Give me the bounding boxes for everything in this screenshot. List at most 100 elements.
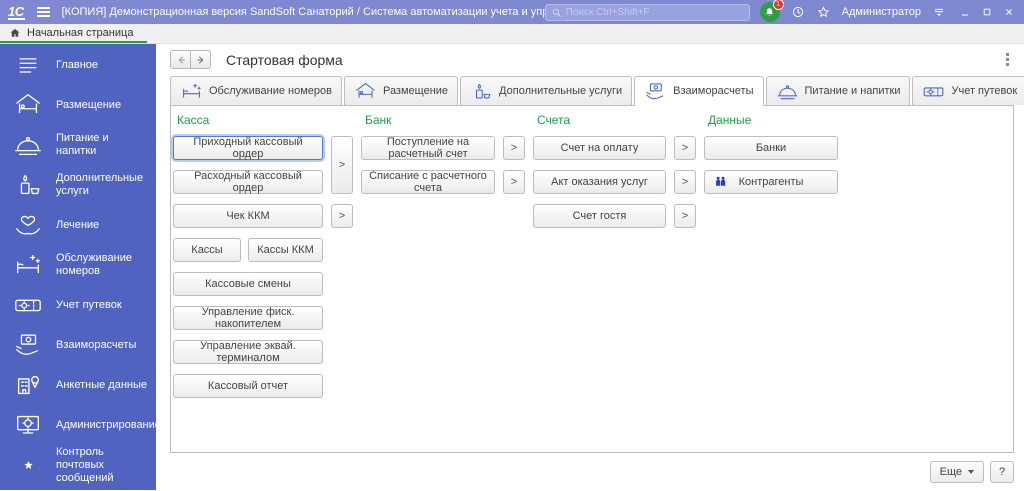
notifications-button[interactable]: 1 <box>760 2 780 22</box>
back-button[interactable] <box>170 50 191 69</box>
notification-badge: 1 <box>773 0 784 10</box>
open-list-arrow-button[interactable]: > <box>331 204 353 228</box>
sidebar-item-vzaimoraschety[interactable]: Взаиморасчеты <box>0 325 156 365</box>
sidebar-item-uchet-putevok[interactable]: Учет путевок <box>0 285 156 325</box>
open-list-arrow-button[interactable]: > <box>674 170 696 194</box>
sidebar-item-lechenie[interactable]: Лечение <box>0 205 156 245</box>
tab-dop-uslugi[interactable]: Дополнительные услуги <box>460 76 632 105</box>
upravlenie-ekvay-terminalom-button[interactable]: Управление эквай. терминалом <box>173 340 323 364</box>
star-icon <box>816 5 831 20</box>
service-menu-button[interactable] <box>932 5 946 19</box>
kassy-kkm-button[interactable]: Кассы ККМ <box>248 238 323 262</box>
tab-label: Учет путевок <box>951 85 1017 97</box>
building-pin-icon <box>13 370 43 400</box>
sidebar-item-label: Администрирование <box>56 419 167 432</box>
search-icon <box>551 7 562 18</box>
1c-logo: 1С <box>8 5 25 20</box>
tab-label: Размещение <box>383 85 448 97</box>
hand-money-icon <box>644 80 667 103</box>
ticket-icon <box>13 290 43 320</box>
more-button-label: Еще <box>940 466 962 478</box>
people-icon <box>713 175 728 190</box>
tab-pitanie[interactable]: Питание и напитки <box>766 76 911 105</box>
home-icon <box>9 27 21 39</box>
kontragenty-button[interactable]: Контрагенты <box>704 170 838 194</box>
group-header: Данные <box>704 114 838 126</box>
house-bed-icon <box>354 80 377 103</box>
sidebar-item-obsluzhivanie[interactable]: Обслуживание номеров <box>0 245 156 285</box>
tab-label: Обслуживание номеров <box>209 85 332 97</box>
cloche-icon <box>13 130 43 160</box>
window-controls <box>956 3 1018 21</box>
open-list-arrow-button[interactable]: > <box>331 136 353 194</box>
banki-button[interactable]: Банки <box>704 136 838 160</box>
kassovye-smeny-button[interactable]: Кассовые смены <box>173 272 323 296</box>
kebab-menu-icon[interactable] <box>1003 50 1012 69</box>
open-list-arrow-button[interactable]: > <box>503 136 525 160</box>
tab-uchet-putevok[interactable]: Учет путевок <box>912 76 1024 105</box>
maximize-button[interactable] <box>978 3 996 21</box>
hands-heart-icon <box>13 210 43 240</box>
sidebar-item-dop-uslugi[interactable]: Дополнительные услуги <box>0 165 156 205</box>
window-title: [КОПИЯ] Демонстрационная версия SandSoft… <box>62 6 545 18</box>
sidebar-item-label: Контроль почтовых сообщений <box>56 446 156 485</box>
current-user-button[interactable]: Администратор <box>842 6 921 18</box>
open-list-arrow-button[interactable]: > <box>674 204 696 228</box>
global-search-input[interactable] <box>566 7 744 18</box>
gutter-bank: > > <box>503 114 525 398</box>
more-button[interactable]: Еще <box>930 461 984 483</box>
tab-razmeshchenie[interactable]: Размещение <box>344 76 458 105</box>
tab-obsluzhivanie-nomerov[interactable]: Обслуживание номеров <box>170 76 342 105</box>
prihodny-kassovy-order-button[interactable]: Приходный кассовый ордер <box>173 136 323 160</box>
schet-gostya-button[interactable]: Счет гостя <box>533 204 666 228</box>
tab-home[interactable]: Начальная страница <box>0 24 147 43</box>
schet-na-oplatu-button[interactable]: Счет на оплату <box>533 136 666 160</box>
akt-okazaniya-uslug-button[interactable]: Акт оказания услуг <box>533 170 666 194</box>
history-button[interactable] <box>791 5 805 19</box>
sidebar-item-label: Взаиморасчеты <box>56 339 142 352</box>
open-list-arrow-button[interactable]: > <box>503 170 525 194</box>
bed-sparkle-icon <box>180 80 203 103</box>
main-area: Стартовая форма Обслуживание номеров Раз… <box>156 44 1024 490</box>
caret-down-icon <box>968 470 974 474</box>
open-list-arrow-button[interactable]: > <box>674 136 696 160</box>
service-menu-icon <box>932 5 946 19</box>
main-menu-icon[interactable] <box>37 5 50 19</box>
help-button[interactable]: ? <box>990 461 1014 483</box>
group-scheta: Счета Счет на оплату Акт оказания услуг … <box>533 114 666 398</box>
window-title-text: [КОПИЯ] Демонстрационная версия SandSoft… <box>62 6 545 18</box>
start-form-tabs: Обслуживание номеров Размещение Дополнит… <box>170 75 1014 105</box>
sidebar-item-glavnoe[interactable]: Главное <box>0 45 156 85</box>
sidebar-item-label: Размещение <box>56 99 127 112</box>
sidebar-item-razmeshchenie[interactable]: Размещение <box>0 85 156 125</box>
postuplenie-na-raschetny-schet-button[interactable]: Поступление на расчетный счет <box>361 136 495 160</box>
sidebar-item-anketnye-dannye[interactable]: Анкетные данные <box>0 365 156 405</box>
sidebar-item-kontrol-pochty[interactable]: Контроль почтовых сообщений <box>0 445 156 485</box>
chek-kkm-button[interactable]: Чек ККМ <box>173 204 323 228</box>
forward-button[interactable] <box>190 50 211 69</box>
favorites-button[interactable] <box>816 5 831 20</box>
upravlenie-fisk-nakopitelem-button[interactable]: Управление фиск. накопителем <box>173 306 323 330</box>
tab-label: Дополнительные услуги <box>499 85 622 97</box>
tab-vzaimoraschety[interactable]: Взаиморасчеты <box>634 76 763 106</box>
kassovy-otchet-button[interactable]: Кассовый отчет <box>173 374 323 398</box>
menu-lines-icon <box>14 51 42 79</box>
sidebar-item-label: Главное <box>56 59 104 72</box>
minimize-button[interactable] <box>956 3 974 21</box>
sidebar: Главное Размещение Питание и напитки Доп… <box>0 44 156 490</box>
sidebar-item-administrirovanie[interactable]: Администрирование <box>0 405 156 445</box>
sidebar-item-label: Учет путевок <box>56 299 128 312</box>
group-header: Счета <box>533 114 666 126</box>
global-search[interactable] <box>545 4 750 21</box>
titlebar: 1С [КОПИЯ] Демонстрационная версия SandS… <box>0 0 1024 24</box>
kassy-button[interactable]: Кассы <box>173 238 241 262</box>
house-bed-icon <box>13 90 43 120</box>
sidebar-item-label: Обслуживание номеров <box>56 252 156 278</box>
rashodny-kassovy-order-button[interactable]: Расходный кассовый ордер <box>173 170 323 194</box>
history-icon <box>791 5 805 19</box>
sidebar-item-label: Анкетные данные <box>56 379 153 392</box>
close-button[interactable] <box>1000 3 1018 21</box>
cloche-icon <box>776 80 799 103</box>
spisanie-s-raschetnogo-scheta-button[interactable]: Списание с расчетного счета <box>361 170 495 194</box>
sidebar-item-pitanie[interactable]: Питание и напитки <box>0 125 156 165</box>
